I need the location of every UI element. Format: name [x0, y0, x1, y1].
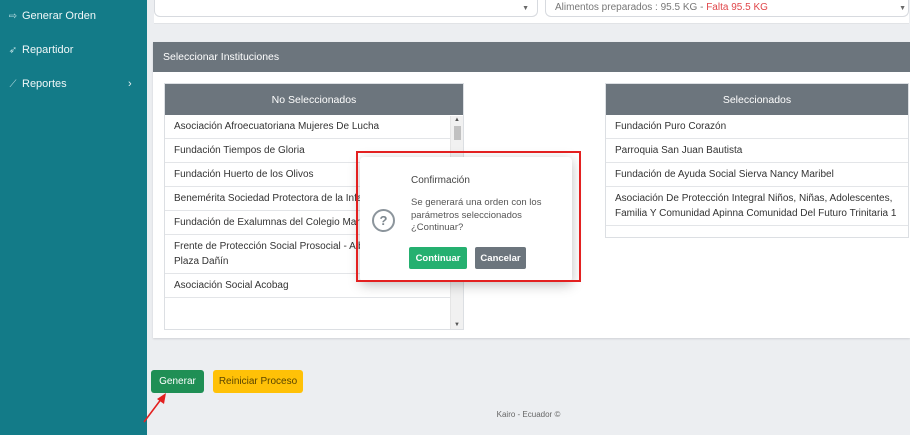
not-selected-title: No Seleccionados — [165, 84, 463, 115]
selected-title: Seleccionados — [606, 84, 908, 115]
scroll-thumb[interactable] — [454, 126, 461, 140]
list-item[interactable]: Fundación Puro Corazón — [606, 115, 908, 139]
question-icon: ? — [372, 209, 395, 232]
institutions-header: Seleccionar Instituciones — [153, 42, 910, 72]
send-icon: ➶ — [8, 44, 18, 56]
scroll-up-icon[interactable]: ▲ — [451, 117, 463, 123]
food-summary-select[interactable]: Alimentos preparados : 95.5 KG - Falta 9… — [545, 0, 909, 17]
list-item[interactable]: Asociación Afroecuatoriana Mujeres De Lu… — [165, 115, 463, 139]
sidebar-item-generar-orden[interactable]: ⇨ Generar Orden — [8, 6, 96, 26]
list-item[interactable]: Parroquia San Juan Bautista — [606, 139, 908, 163]
dialog-message: Se generará una orden con los parámetros… — [411, 197, 542, 233]
footer: Kairo - Ecuador © — [496, 410, 561, 419]
sidebar-item-label: Generar Orden — [22, 10, 96, 22]
chevron-right-icon: › — [128, 78, 132, 90]
confirmation-dialog: Confirmación ? Se generará una orden con… — [360, 157, 572, 282]
sidebar-item-label: Reportes — [22, 78, 67, 90]
dialog-title: Confirmación — [411, 175, 470, 186]
annotation-arrow-icon — [143, 393, 166, 423]
sidebar-item-repartidor[interactable]: ➶ Repartidor — [8, 40, 74, 60]
arrow-icon: ⇨ — [8, 10, 18, 22]
chevron-down-icon: ▼ — [522, 5, 529, 12]
list-item[interactable]: Fundación de Ayuda Social Sierva Nancy M… — [606, 163, 908, 187]
scroll-down-icon[interactable]: ▼ — [451, 322, 463, 328]
missing-amount: Falta 95.5 KG — [706, 2, 768, 13]
food-selection-card: ▼ Alimentos preparados : 95.5 KG - Falta… — [154, 0, 909, 24]
top-left-select[interactable]: ▼ — [154, 0, 538, 17]
chevron-down-icon: ▼ — [899, 5, 906, 12]
food-amount: Alimentos preparados : 95.5 KG - — [555, 2, 707, 13]
food-summary-text: Alimentos preparados : 95.5 KG - Falta 9… — [555, 2, 768, 13]
continue-button[interactable]: Continuar — [409, 247, 467, 269]
cancel-button[interactable]: Cancelar — [475, 247, 526, 269]
selected-list[interactable]: Seleccionados Fundación Puro Corazón Par… — [605, 83, 909, 238]
reset-process-button[interactable]: Reiniciar Proceso — [213, 370, 303, 393]
sidebar: ⇨ Generar Orden ➶ Repartidor ⟋ Reportes … — [0, 0, 147, 435]
list-item[interactable]: Asociación De Protección Integral Niños,… — [606, 187, 908, 226]
sidebar-item-reportes[interactable]: ⟋ Reportes › — [8, 74, 132, 94]
sidebar-item-label: Repartidor — [22, 44, 74, 56]
chart-icon: ⟋ — [9, 78, 17, 90]
